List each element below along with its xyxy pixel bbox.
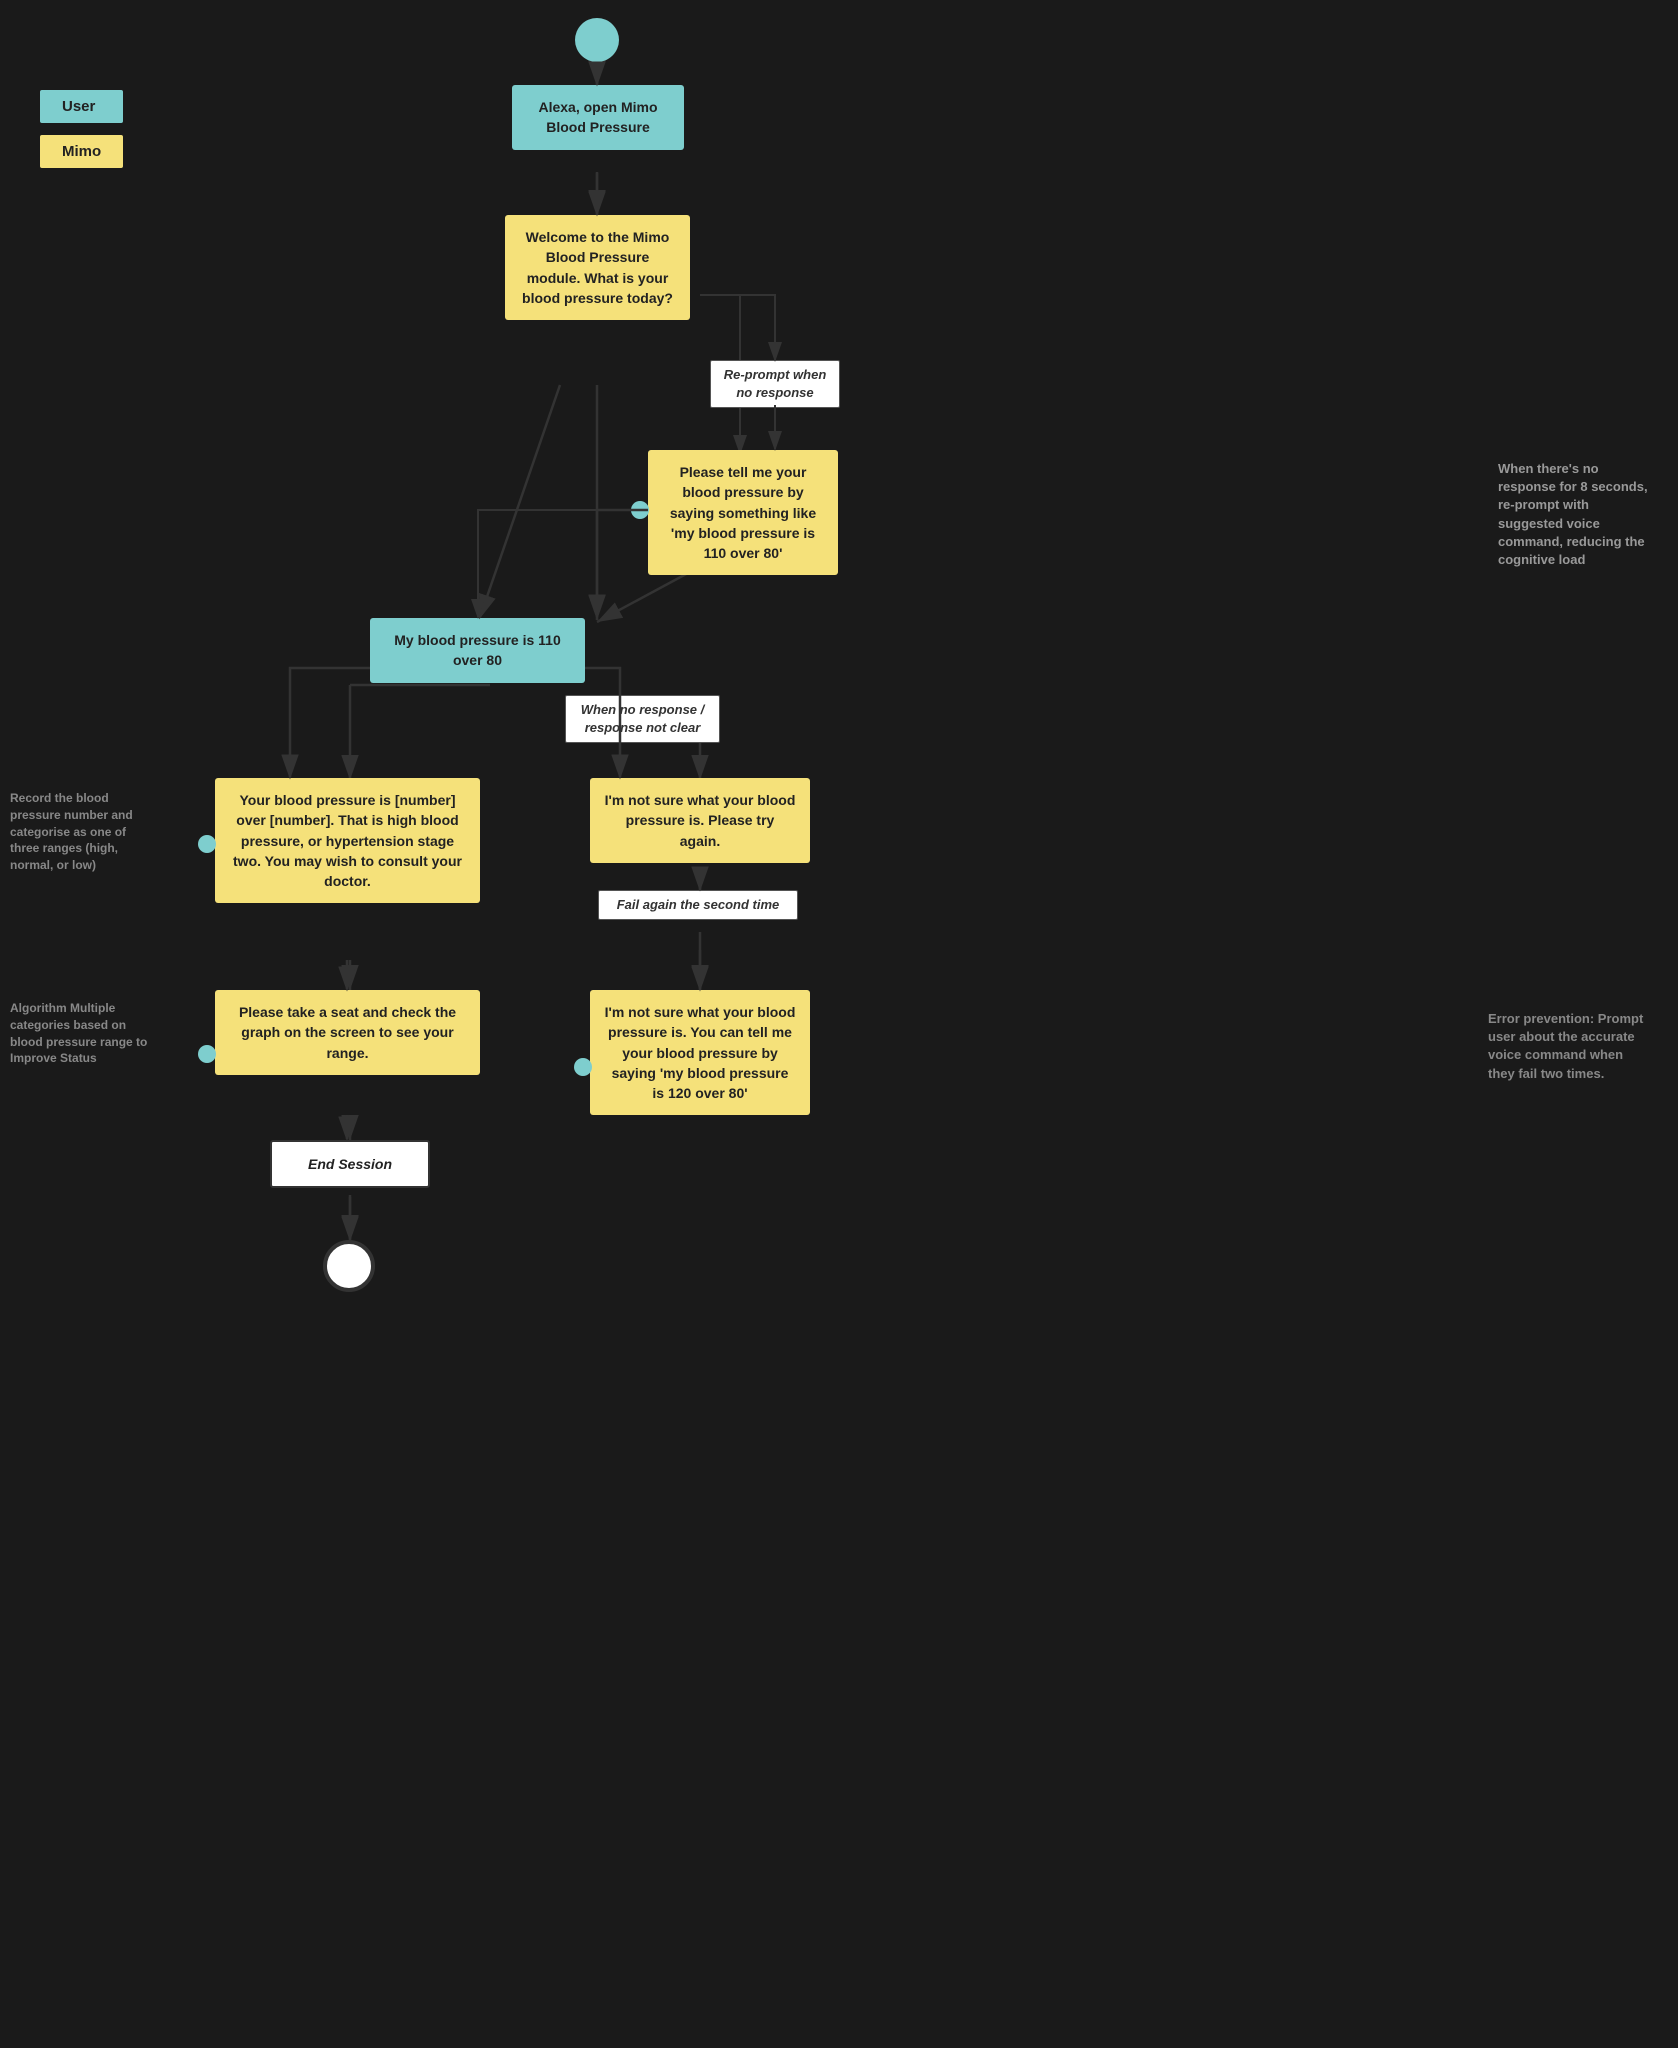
start-circle	[575, 18, 619, 62]
box-not-sure-first: I'm not sure what your blood pressure is…	[590, 778, 810, 863]
arrows-layer-2	[0, 0, 1678, 1400]
legend: User Mimo	[40, 90, 123, 168]
end-circle	[323, 1240, 375, 1292]
box-alexa-open: Alexa, open Mimo Blood Pressure	[512, 85, 684, 150]
box-high-bp: Your blood pressure is [number] over [nu…	[215, 778, 480, 903]
annotation-error-prevention: Error prevention: Prompt user about the …	[1488, 1010, 1648, 1083]
annotation-reprompt-label: Re-prompt when no response	[710, 360, 840, 408]
annotation-record-bp: Record the blood pressure number and cat…	[10, 790, 140, 874]
dot-not-sure-second	[574, 1058, 592, 1076]
box-seat: Please take a seat and check the graph o…	[215, 990, 480, 1075]
dot-high-bp	[198, 835, 216, 853]
annotation-fail-again: Fail again the second time	[598, 890, 798, 920]
legend-mimo: Mimo	[40, 135, 123, 168]
annotation-8sec: When there's no response for 8 seconds, …	[1498, 460, 1648, 569]
box-user-input: My blood pressure is 110 over 80	[370, 618, 585, 683]
legend-user: User	[40, 90, 123, 123]
box-reprompt: Please tell me your blood pressure by sa…	[648, 450, 838, 575]
flowchart-container: User Mimo Alexa, open Mimo Blood Pressur…	[0, 0, 1678, 2048]
annotation-when-no-response: When no response / response not clear	[565, 695, 720, 743]
annotation-algo: Algorithm Multiple categories based on b…	[10, 1000, 150, 1067]
dot-reprompt	[631, 501, 649, 519]
box-not-sure-second: I'm not sure what your blood pressure is…	[590, 990, 810, 1115]
box-end-session: End Session	[270, 1140, 430, 1188]
dot-seat	[198, 1045, 216, 1063]
box-welcome: Welcome to the Mimo Blood Pressure modul…	[505, 215, 690, 320]
